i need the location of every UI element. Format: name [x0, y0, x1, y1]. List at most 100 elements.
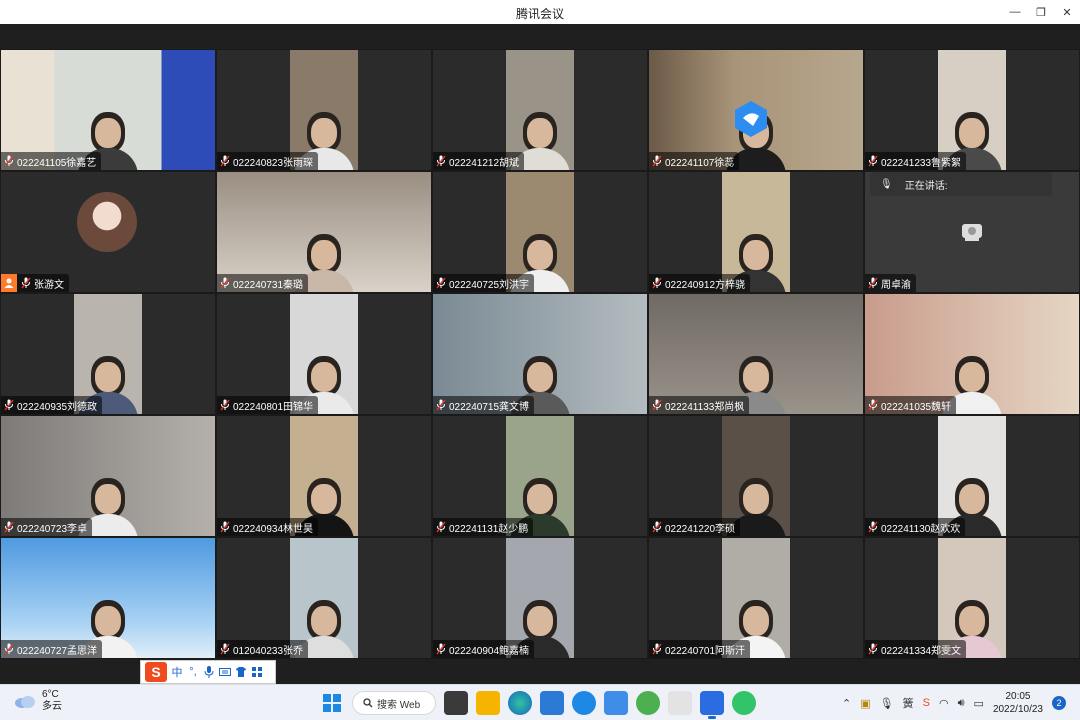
- mic-icon: [4, 399, 14, 411]
- participant-namebar: 022241334郑雯文: [865, 640, 967, 658]
- mic-icon: [436, 399, 446, 411]
- participant-name: 022241107徐蕊: [665, 157, 735, 169]
- ime-punct[interactable]: °,: [187, 666, 199, 678]
- participant-name: 012040233张乔: [233, 645, 304, 657]
- mic-icon: [4, 155, 14, 167]
- participant-tile[interactable]: 022240701阿斯汗: [648, 537, 864, 659]
- tray-app-icon[interactable]: ▣: [860, 697, 870, 710]
- mic-icon: [868, 155, 878, 167]
- tencent-docs-icon[interactable]: [604, 691, 628, 715]
- clock-date: 2022/10/23: [992, 704, 1043, 715]
- ime-mic-icon[interactable]: [203, 665, 215, 679]
- tencent-meeting-icon[interactable]: [700, 691, 724, 719]
- participant-tile[interactable]: 022240723李卓: [0, 415, 216, 537]
- participant-name: 022241131赵少鹏: [449, 523, 529, 535]
- mic-icon: [21, 277, 31, 289]
- participant-tile[interactable]: 022240935刘德政: [0, 293, 216, 415]
- participant-name: 022240723李卓: [17, 523, 88, 535]
- browser-icon[interactable]: [636, 691, 660, 715]
- task-view-icon[interactable]: [444, 691, 468, 715]
- ime-keyboard-icon[interactable]: [219, 666, 231, 678]
- sogou-tray-icon[interactable]: S: [923, 697, 930, 709]
- edge-icon[interactable]: [508, 691, 532, 715]
- participant-tile[interactable]: 022240904鲍嘉楠: [432, 537, 648, 659]
- minimize-button[interactable]: —: [1002, 0, 1028, 24]
- chevron-up-icon[interactable]: ⌃: [842, 697, 851, 710]
- store-icon[interactable]: [540, 691, 564, 715]
- participant-namebar: 012040233张乔: [217, 640, 309, 658]
- participant-tile[interactable]: 022240801田锦华: [216, 293, 432, 415]
- mic-icon: [436, 277, 446, 289]
- mic-icon: [436, 155, 446, 167]
- participant-tile[interactable]: 022240823张雨琛: [216, 49, 432, 171]
- mic-icon: [652, 643, 662, 655]
- maximize-button[interactable]: ❐: [1028, 0, 1054, 24]
- mic-icon: [436, 643, 446, 655]
- participant-tile[interactable]: 022241334郑雯文: [864, 537, 1080, 659]
- participant-namebar: 022240935刘德政: [1, 396, 103, 414]
- participant-tile[interactable]: 022240727孟思洋: [0, 537, 216, 659]
- participant-tile[interactable]: 022240715龚文博: [432, 293, 648, 415]
- tray-lang[interactable]: 簧: [903, 695, 914, 711]
- participant-tile[interactable]: 022240912方梓骁: [648, 171, 864, 293]
- participant-namebar: 022241035魏轩: [865, 396, 957, 414]
- participant-namebar: 022240801田锦华: [217, 396, 319, 414]
- participant-tile[interactable]: 022241133郑尚枫: [648, 293, 864, 415]
- ime-toolbar[interactable]: S 中 °,: [140, 660, 276, 684]
- participant-namebar: 022240723李卓: [1, 518, 93, 536]
- file-explorer-icon[interactable]: [476, 691, 500, 715]
- title-bar: 腾讯会议 — ❐ ✕: [0, 0, 1080, 24]
- mic-icon: [220, 643, 230, 655]
- participant-tile[interactable]: 012040233张乔: [216, 537, 432, 659]
- participant-namebar: 张游文: [1, 274, 69, 292]
- participant-tile[interactable]: 022241035魏轩: [864, 293, 1080, 415]
- wechat-icon[interactable]: [732, 691, 756, 715]
- clock[interactable]: 20:05 2022/10/23: [993, 690, 1043, 716]
- ie-icon[interactable]: [572, 691, 596, 715]
- taskbar-search[interactable]: 搜索 Web: [352, 691, 436, 715]
- wifi-icon[interactable]: ◠: [939, 697, 949, 710]
- windows-start-icon[interactable]: [320, 691, 344, 715]
- speaker-icon: 🎙︎: [880, 178, 893, 190]
- participant-tile[interactable]: 张游文: [0, 171, 216, 293]
- participant-name: 022240727孟思洋: [17, 645, 98, 657]
- participant-tile[interactable]: 🎙︎ 正在讲话: 周卓渝: [864, 171, 1080, 293]
- close-button[interactable]: ✕: [1054, 0, 1080, 24]
- participant-namebar: 022240725刘洪宇: [433, 274, 535, 292]
- participant-tile[interactable]: 022241233鲁紫絮: [864, 49, 1080, 171]
- participant-tile[interactable]: 022241131赵少鹏: [432, 415, 648, 537]
- ime-grid-icon[interactable]: [251, 666, 263, 678]
- participant-tile[interactable]: 022240725刘洪宇: [432, 171, 648, 293]
- snipping-icon[interactable]: [668, 691, 692, 715]
- mic-icon: [220, 155, 230, 167]
- participant-namebar: 022240701阿斯汗: [649, 640, 751, 658]
- participant-tile[interactable]: 022240934林世昊: [216, 415, 432, 537]
- notification-badge[interactable]: 2: [1052, 696, 1066, 710]
- taskbar: 6°C 多云 搜索 Web ⌃ ▣ 🎙︎ 簧 S ◠ 🔊︎ ▭ 20:05 20…: [0, 684, 1080, 720]
- weather-widget[interactable]: 6°C 多云: [14, 689, 62, 713]
- battery-icon[interactable]: ▭: [974, 697, 984, 710]
- participant-tile[interactable]: 022241107徐蕊: [648, 49, 864, 171]
- mic-icon: [220, 521, 230, 533]
- ime-skin-icon[interactable]: [235, 666, 247, 678]
- mic-tray-icon[interactable]: 🎙︎: [880, 697, 894, 710]
- participant-namebar: 022240727孟思洋: [1, 640, 103, 658]
- participant-tile[interactable]: 022241220李硕: [648, 415, 864, 537]
- participant-tile[interactable]: 022241212胡斌: [432, 49, 648, 171]
- participant-name: 022240912方梓骁: [665, 279, 746, 291]
- participant-tile[interactable]: 022241130赵欢欢: [864, 415, 1080, 537]
- participant-namebar: 022241131赵少鹏: [433, 518, 534, 536]
- ime-mode[interactable]: 中: [171, 664, 183, 680]
- volume-icon[interactable]: 🔊︎: [958, 697, 965, 710]
- mic-icon: [868, 399, 878, 411]
- weather-temp: 6°C: [42, 689, 59, 700]
- video-grid: 022241105徐嘉艺 022240823张雨琛 022241212胡斌 02224…: [0, 49, 1080, 659]
- sogou-logo-icon[interactable]: S: [145, 662, 167, 682]
- participant-tile[interactable]: 022240731秦璐: [216, 171, 432, 293]
- participant-name: 022240934林世昊: [233, 523, 314, 535]
- window-controls: — ❐ ✕: [1002, 0, 1080, 24]
- window-title: 腾讯会议: [515, 7, 564, 21]
- participant-name: 022240935刘德政: [17, 401, 98, 413]
- participant-name: 022241233鲁紫絮: [881, 157, 962, 169]
- participant-tile[interactable]: 022241105徐嘉艺: [0, 49, 216, 171]
